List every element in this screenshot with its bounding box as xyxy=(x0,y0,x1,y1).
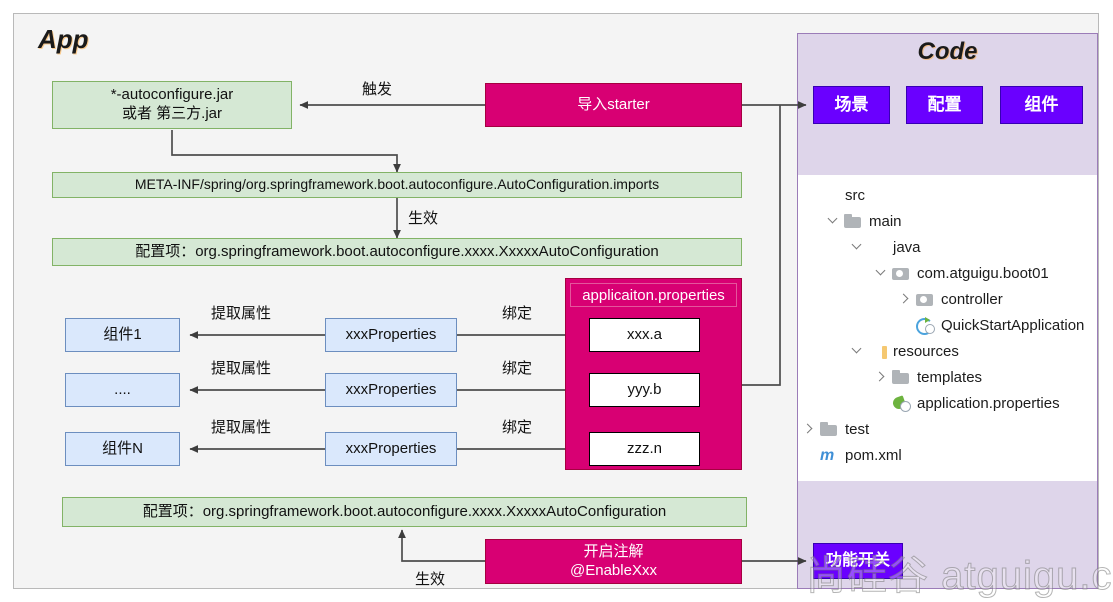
project-file-tree[interactable]: src main java com.atguigu.boot01 controller Q… xyxy=(803,182,1095,468)
package-icon xyxy=(916,292,935,307)
extract-property-label-2: 提取属性 xyxy=(211,360,272,377)
tree-row[interactable]: main xyxy=(827,208,1095,234)
autoconfiguration-imports-box: META-INF/spring/org.springframework.boot… xyxy=(52,172,742,198)
property-key-box-3: zzz.n xyxy=(589,432,700,466)
chevron-right-icon[interactable] xyxy=(803,422,817,436)
tree-item-label: resources xyxy=(893,342,959,360)
properties-class-box-3: xxxProperties xyxy=(325,432,457,466)
component-box-1: 组件1 xyxy=(65,318,180,352)
folder-icon xyxy=(892,369,911,385)
tree-item-label: com.atguigu.boot01 xyxy=(917,264,1049,282)
feature-switch-box[interactable]: 功能开关 xyxy=(813,543,903,579)
trigger-edge-label: 触发 xyxy=(362,81,393,98)
properties-class-box-2: xxxProperties xyxy=(325,373,457,407)
tree-row[interactable]: test xyxy=(803,416,1095,442)
application-properties-title: applicaiton.properties xyxy=(570,283,737,307)
property-key-box-1: xxx.a xyxy=(589,318,700,352)
code-button-configuration[interactable]: 配置 xyxy=(906,86,983,124)
chevron-down-icon[interactable] xyxy=(851,240,865,254)
tree-item-label: pom.xml xyxy=(845,446,902,464)
folder-icon xyxy=(844,213,863,229)
chevron-down-icon[interactable] xyxy=(875,266,889,280)
tree-row[interactable]: resources xyxy=(851,338,1095,364)
tree-item-label: test xyxy=(845,420,870,438)
folder-resources-icon xyxy=(868,344,887,359)
folder-source-icon xyxy=(868,240,887,255)
bind-label-1: 绑定 xyxy=(502,305,533,322)
property-key-box-2: yyy.b xyxy=(589,373,700,407)
component-box-3: 组件N xyxy=(65,432,180,466)
import-starter-box: 导入starter xyxy=(485,83,742,127)
package-icon xyxy=(892,266,911,281)
config-item-box-bottom: 配置项：org.springframework.boot.autoconfigu… xyxy=(62,497,747,527)
maven-icon: m xyxy=(820,446,835,464)
bind-label-2: 绑定 xyxy=(502,360,533,377)
folder-icon xyxy=(820,421,839,437)
tree-row[interactable]: controller xyxy=(899,286,1095,312)
chevron-right-icon[interactable] xyxy=(899,292,913,306)
folder-icon xyxy=(820,188,839,203)
tree-item-label: java xyxy=(893,238,921,256)
chevron-placeholder xyxy=(803,448,817,462)
tree-row[interactable]: m pom.xml xyxy=(803,442,1095,468)
effective-edge-label-top: 生效 xyxy=(408,210,439,227)
chevron-placeholder xyxy=(803,188,817,202)
autoconfigure-jar-box: *-autoconfigure.jar 或者 第三方.jar xyxy=(52,81,292,129)
code-button-scenario[interactable]: 场景 xyxy=(813,86,890,124)
component-box-2: .... xyxy=(65,373,180,407)
tree-row[interactable]: src xyxy=(803,182,1095,208)
spring-properties-icon xyxy=(891,394,911,412)
tree-item-label: QuickStartApplication xyxy=(941,316,1085,334)
tree-item-label: templates xyxy=(917,368,983,386)
chevron-right-icon[interactable] xyxy=(875,370,889,384)
effective-edge-label-bottom: 生效 xyxy=(415,571,446,588)
tree-item-label: src xyxy=(845,186,865,204)
config-item-box-top: 配置项：org.springframework.boot.autoconfigu… xyxy=(52,238,742,266)
tree-row[interactable]: com.atguigu.boot01 xyxy=(875,260,1095,286)
code-panel-title: Code xyxy=(917,38,978,65)
tree-row[interactable]: QuickStartApplication xyxy=(899,312,1095,338)
tree-row[interactable]: templates xyxy=(875,364,1095,390)
chevron-placeholder xyxy=(899,318,913,332)
code-button-component[interactable]: 组件 xyxy=(1000,86,1083,124)
chevron-down-icon[interactable] xyxy=(827,214,841,228)
bind-label-3: 绑定 xyxy=(502,419,533,436)
java-class-icon xyxy=(916,316,935,335)
chevron-placeholder xyxy=(875,396,889,410)
diagram-canvas: App Code *-autoconfigure.jar 或者 第三方.jar … xyxy=(0,0,1113,602)
tree-item-label: application.properties xyxy=(917,394,1060,412)
extract-property-label-1: 提取属性 xyxy=(211,305,272,322)
chevron-down-icon[interactable] xyxy=(851,344,865,358)
tree-item-label: controller xyxy=(941,290,1003,308)
tree-row[interactable]: java xyxy=(851,234,1095,260)
enable-annotation-box: 开启注解 @EnableXxx xyxy=(485,539,742,584)
tree-row[interactable]: application.properties xyxy=(875,390,1095,416)
properties-class-box-1: xxxProperties xyxy=(325,318,457,352)
app-panel-title: App xyxy=(38,24,89,54)
tree-item-label: main xyxy=(869,212,902,230)
extract-property-label-3: 提取属性 xyxy=(211,419,272,436)
